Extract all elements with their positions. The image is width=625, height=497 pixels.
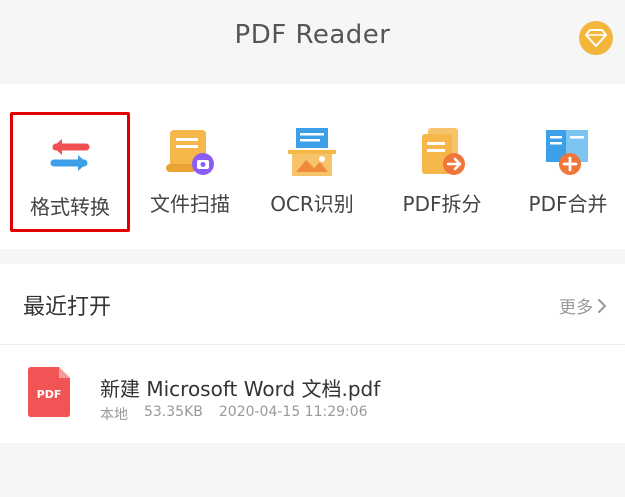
file-name: 新建 Microsoft Word 文档.pdf bbox=[100, 377, 381, 401]
split-doc-icon bbox=[422, 128, 465, 175]
recent-title: 最近打开 bbox=[23, 295, 112, 320]
tool-ocr[interactable]: OCR识别 bbox=[252, 112, 372, 232]
tool-pdf-split[interactable]: PDF拆分 bbox=[382, 112, 502, 232]
file-meta: 本地 53.35KB 2020-04-15 11:29:06 bbox=[100, 404, 368, 424]
ocr-image-icon bbox=[288, 128, 336, 176]
chevron-right-icon bbox=[598, 298, 607, 313]
pdf-file-icon: PDF bbox=[28, 367, 70, 417]
scan-scroll-icon bbox=[166, 130, 214, 175]
tool-format-convert[interactable]: 格式转换 bbox=[10, 112, 130, 232]
file-date: 2020-04-15 11:29:06 bbox=[218, 404, 368, 420]
file-location: 本地 bbox=[100, 407, 128, 423]
more-label: 更多 bbox=[559, 298, 593, 318]
tool-file-scan[interactable]: 文件扫描 bbox=[130, 112, 250, 232]
merge-doc-icon bbox=[546, 130, 588, 175]
more-link[interactable]: 更多 bbox=[559, 293, 607, 318]
list-item[interactable]: PDF 新建 Microsoft Word 文档.pdf 本地 53.35KB … bbox=[0, 345, 625, 443]
pdf-badge-text: PDF bbox=[37, 388, 62, 401]
tool-pdf-merge[interactable]: PDF合并 bbox=[508, 112, 625, 232]
diamond-icon bbox=[585, 29, 607, 47]
file-size: 53.35KB bbox=[144, 404, 203, 420]
tool-label: PDF拆分 bbox=[402, 192, 482, 216]
tool-label: PDF合并 bbox=[528, 192, 608, 216]
tool-label: OCR识别 bbox=[270, 192, 354, 216]
vip-button[interactable] bbox=[579, 21, 613, 55]
app-title: PDF Reader bbox=[234, 20, 391, 50]
app-header: PDF Reader bbox=[0, 0, 625, 80]
tool-label: 文件扫描 bbox=[150, 192, 230, 216]
tool-grid: 格式转换 文件扫描 OCR识别 PDF拆分 PDF合并 bbox=[0, 84, 625, 249]
convert-arrows-icon bbox=[50, 139, 90, 171]
tool-label: 格式转换 bbox=[30, 195, 110, 219]
recent-section-header: 最近打开 更多 bbox=[0, 264, 625, 345]
